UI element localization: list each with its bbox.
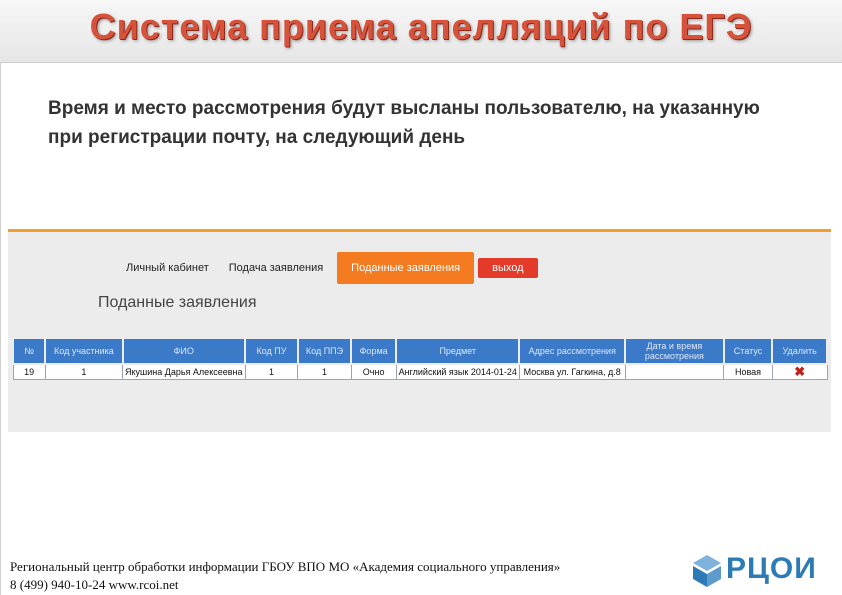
cell-participant-code: 1 [44, 363, 124, 380]
cell-subject: Английский язык 2014-01-24 [395, 363, 520, 380]
cell-pu-code: 1 [244, 363, 299, 380]
logo-text: РЦОИ [726, 552, 817, 585]
column-header: Дата и время рассмотрения [624, 337, 725, 365]
table-row: 19 1 Якушина Дарья Алексеевна 1 1 Очно А… [12, 363, 828, 380]
footer-text: Региональный центр обработки информации … [10, 558, 560, 594]
footer-org-line: Региональный центр обработки информации … [10, 559, 561, 574]
cell-delete: ✖ [771, 363, 828, 380]
rcoi-logo: РЦОИ [688, 550, 838, 592]
cell-fio: Якушина Дарья Алексеевна [122, 363, 246, 380]
applications-table: № Код участника ФИО Код ПУ Код ППЭ Форма… [11, 337, 828, 380]
cell-status: Новая [723, 363, 773, 380]
column-header: Предмет [395, 337, 521, 365]
column-header: № [11, 337, 47, 365]
slide-title: Система приема апелляций по ЕГЭ [89, 6, 753, 47]
app-screenshot: Личный кабинет Подача заявления Поданные… [8, 229, 831, 432]
logo-mark-icon [693, 555, 721, 587]
column-header: Удалить [771, 337, 828, 365]
column-header: Код ПУ [244, 337, 299, 365]
cell-ppe-code: 1 [297, 363, 352, 380]
column-header: Код участника [44, 337, 124, 365]
left-border-line [0, 0, 1, 595]
tab-personal-cabinet[interactable]: Личный кабинет [116, 252, 219, 284]
column-header: Адрес рассмотрения [518, 337, 627, 365]
table-header-row: № Код участника ФИО Код ПУ Код ППЭ Форма… [11, 337, 828, 365]
footer-contact-line: 8 (499) 940-10-24 www.rcoi.net [10, 577, 179, 592]
cell-num: 19 [12, 363, 46, 380]
intro-text: Время и место рассмотрения будут высланы… [48, 98, 760, 148]
cell-address: Москва ул. Гагкина, д.8 [518, 363, 626, 380]
nav-tabs: Личный кабинет Подача заявления Поданные… [116, 252, 538, 284]
column-header: ФИО [121, 337, 246, 365]
column-header: Форма [350, 337, 398, 365]
delete-x-icon[interactable]: ✖ [794, 365, 805, 379]
logout-button[interactable]: выход [478, 258, 538, 278]
slide-header: Система приема апелляций по ЕГЭ [0, 0, 842, 63]
tab-submitted-applications[interactable]: Поданные заявления [337, 252, 475, 284]
column-header: Код ППЭ [296, 337, 353, 365]
section-title: Поданные заявления [98, 294, 257, 311]
tab-submit-application[interactable]: Подача заявления [219, 252, 333, 284]
cell-datetime [624, 363, 725, 380]
cell-form: Очно [350, 363, 397, 380]
column-header: Статус [722, 337, 774, 365]
